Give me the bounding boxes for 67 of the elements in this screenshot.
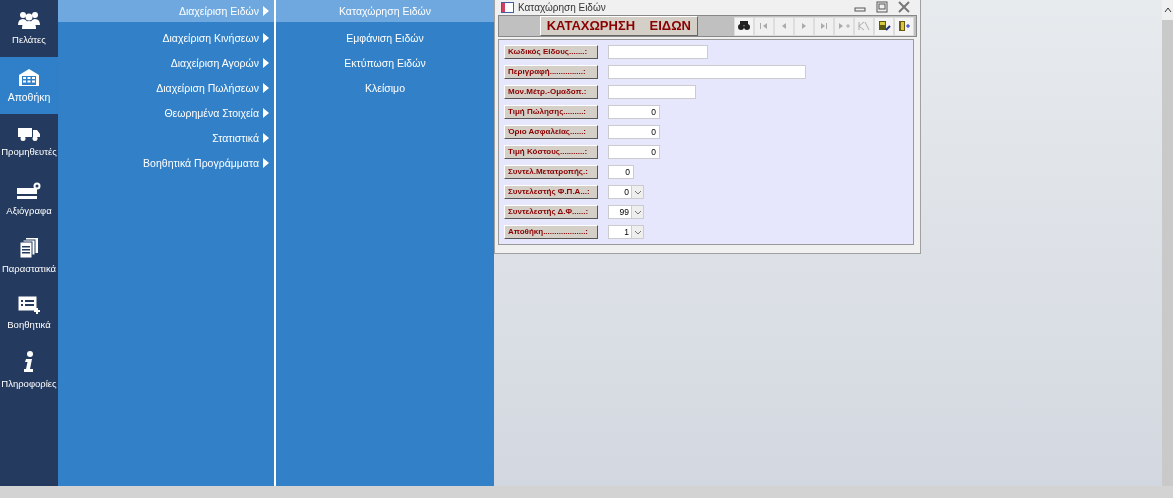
input-field[interactable] [608,85,696,99]
sidebar-item[interactable]: Προμηθευτές [0,114,58,171]
submenu-arrow-icon [263,132,269,143]
submenu-item[interactable]: Κλείσιμο [276,75,494,100]
scroll-up-icon[interactable] [1162,0,1173,20]
sidebar-item[interactable]: Αξιόγραφα [0,171,58,228]
field-label-button[interactable]: Όριο Ασφαλείας......: [504,125,598,139]
exit-button[interactable] [894,16,914,36]
truck-icon [18,127,40,142]
field-label-button[interactable]: Κωδικός Είδους.......: [504,45,598,59]
undo-icon [857,19,871,33]
dropdown-field[interactable]: 0 [608,185,644,199]
field-label-button[interactable]: Μον.Μέτρ.-Ομαδοπ.: [504,85,598,99]
sidebar-item[interactable]: Πληροφορίες [0,342,58,399]
field-label-button[interactable]: Συντελ.Μετατροπής.: [504,165,598,179]
submenu-arrow-icon [263,157,269,168]
warehouse-icon [19,67,39,86]
menu-item[interactable]: Βοηθητικά Προγράμματα [58,150,274,175]
input-field[interactable]: 0 [608,105,660,119]
exit-icon [897,19,911,33]
sidebar-item[interactable]: Παραστατικά [0,228,58,285]
scrollbar[interactable] [1162,0,1173,486]
submenu-item[interactable]: Εκτύπωση Ειδών [276,50,494,75]
chevron-down-icon [633,209,642,215]
form-heading: ΚΑΤΑΧΩΡΗΣΗ ΕΙΔΩΝ [539,16,698,36]
menu-item[interactable]: Στατιστικά [58,125,274,150]
input-field[interactable]: 0 [608,145,660,159]
submenu-arrow-icon [263,32,269,43]
input-field[interactable] [608,45,708,59]
documents-icon [20,238,38,259]
menu-item[interactable]: Θεωρημένα Στοιχεία [58,100,274,125]
menu-item[interactable]: Διαχείριση Κινήσεων [58,25,274,50]
submenu-item[interactable]: Εμφάνιση Ειδών [276,25,494,50]
info-icon [24,351,34,374]
field-label-button[interactable]: Τιμή Πώλησης.........: [504,105,598,119]
sidebar-item[interactable]: Πελάτες [0,0,58,57]
field-label-button[interactable]: Περιγραφή...............: [504,65,598,79]
binoculars-button[interactable] [734,16,754,36]
dropdown-field[interactable]: 1 [608,225,644,239]
dropdown-field[interactable]: 99 [608,205,644,219]
submenu-arrow-icon [263,57,269,68]
menu-item[interactable]: Διαχείριση Πωλήσεων [58,75,274,100]
input-field[interactable]: 0 [608,125,660,139]
input-field[interactable]: 0 [608,165,634,179]
save-icon [877,19,891,33]
submenu-arrow-icon [263,82,269,93]
menu-item[interactable]: Διαχείριση Αγορών [58,50,274,75]
submenu-arrow-icon [263,107,269,118]
chevron-down-icon [633,229,642,235]
people-icon [18,11,40,30]
form-icon [501,1,514,13]
chevron-down-icon [633,189,642,195]
list-icon [18,296,40,315]
field-label-button[interactable]: Αποθήκη...................: [504,225,598,239]
field-label-button[interactable]: Τιμή Κόστους...........: [504,145,598,159]
maximize-button[interactable] [876,1,888,13]
binoculars-icon [737,19,751,33]
save-button[interactable] [874,16,894,36]
close-button[interactable] [898,1,910,13]
input-field[interactable] [608,65,806,79]
card-icon [17,182,41,201]
window-title: Καταχώρηση Ειδών [518,1,607,13]
field-label-button[interactable]: Συντελεστής Δ.Φ......: [504,205,598,219]
field-label-button[interactable]: Συντελεστής Φ.Π.Α...: [504,185,598,199]
submenu-arrow-icon [263,6,269,16]
sidebar-item[interactable]: Αποθήκη [0,57,58,114]
sidebar-item[interactable]: Βοηθητικά [0,285,58,342]
